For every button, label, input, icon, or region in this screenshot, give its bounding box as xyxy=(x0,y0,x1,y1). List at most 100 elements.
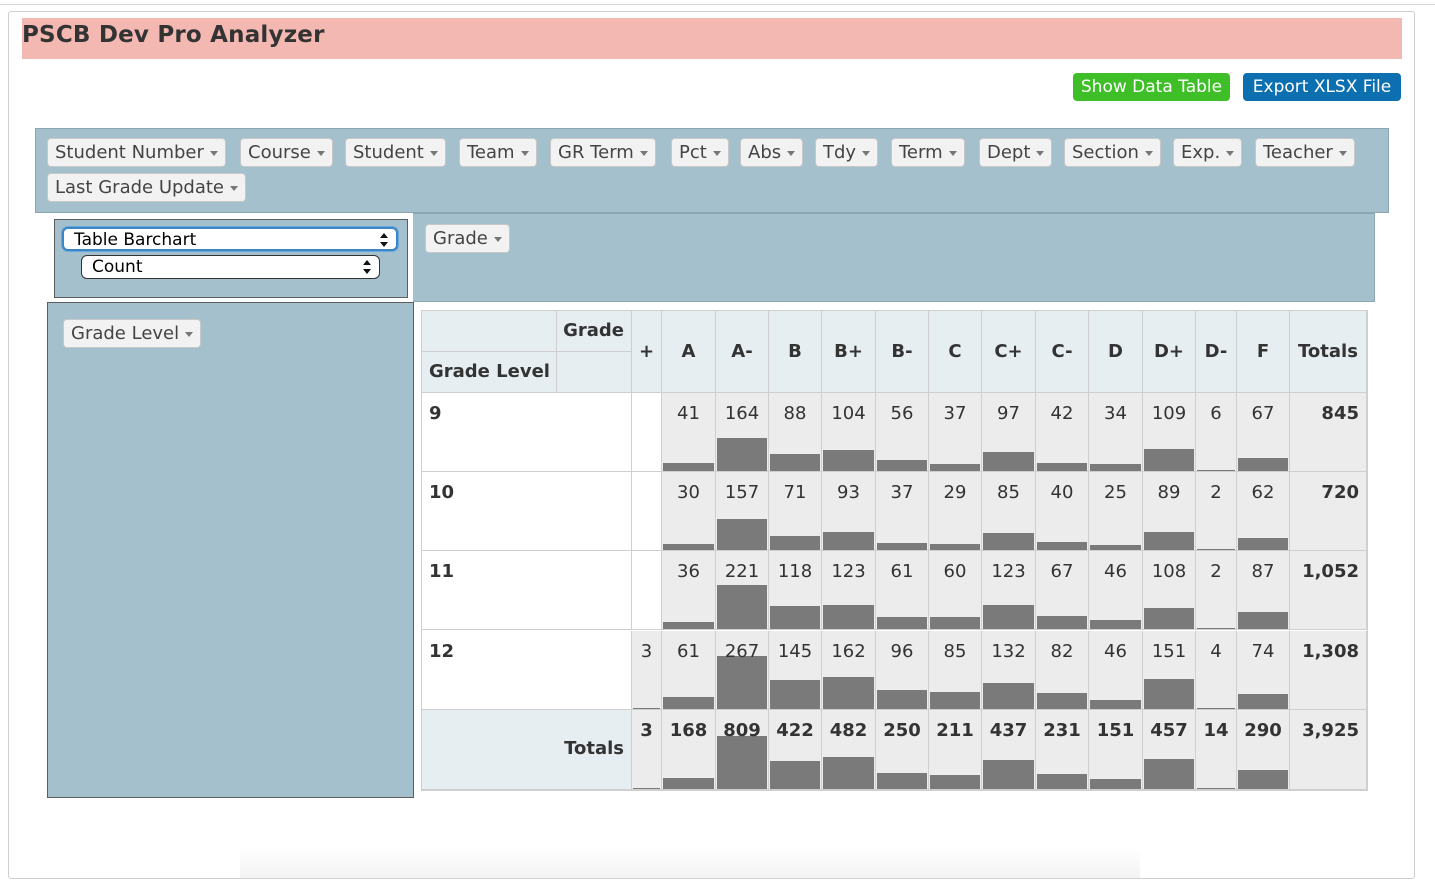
column-attr-grade[interactable]: Grade xyxy=(425,224,510,253)
show-data-table-button[interactable]: Show Data Table xyxy=(1073,73,1230,101)
row-total: 720 xyxy=(1290,472,1367,551)
bar xyxy=(770,536,820,550)
caret-down-icon xyxy=(185,331,194,337)
column-total: 482 xyxy=(822,710,876,790)
attribute-pill[interactable]: Abs xyxy=(740,138,804,167)
column-header-label: C xyxy=(948,341,962,362)
attribute-pill[interactable]: Section xyxy=(1064,138,1161,167)
caret-down-icon xyxy=(1036,150,1045,156)
attribute-pill-label: Student Number xyxy=(55,142,204,163)
header-corner-blank xyxy=(421,310,557,352)
row-attr-label: Grade Level xyxy=(71,323,180,344)
attribute-pill-label: Pct xyxy=(679,142,707,163)
bar xyxy=(717,438,767,471)
bar xyxy=(770,761,820,789)
select-arrows-icon xyxy=(380,233,388,247)
table-cell: 104 xyxy=(822,393,876,472)
aggregator-select-value: Count xyxy=(92,257,143,277)
cell-value: 151 xyxy=(1096,720,1135,741)
bar xyxy=(1037,693,1087,709)
export-xlsx-button[interactable]: Export XLSX File xyxy=(1243,73,1401,101)
attribute-pill[interactable]: Term xyxy=(891,138,965,167)
column-total: 457 xyxy=(1143,710,1196,790)
column-header-label: F xyxy=(1256,341,1270,362)
cell-value: 25 xyxy=(1104,482,1127,503)
cell-value: 67 xyxy=(1050,561,1074,582)
column-header-label: C+ xyxy=(994,341,1023,362)
cell-value: 46 xyxy=(1104,641,1127,662)
table-cell: 56 xyxy=(876,393,929,472)
attribute-pill[interactable]: Team xyxy=(459,138,537,167)
cell-value: 162 xyxy=(831,641,866,662)
bar xyxy=(770,606,820,629)
column-header: B xyxy=(769,310,822,393)
cell-value: 60 xyxy=(943,561,967,582)
column-header-label: B- xyxy=(891,341,913,362)
totals-column-header: Totals xyxy=(1290,310,1367,393)
cell-value: 164 xyxy=(724,403,760,424)
attribute-pill[interactable]: Exp. xyxy=(1173,138,1243,167)
bar xyxy=(1090,700,1141,709)
header-blank xyxy=(557,352,632,393)
table-cell: 74 xyxy=(1237,631,1290,710)
table-cell: 71 xyxy=(769,472,822,551)
grand-total-value: 3,925 xyxy=(1302,720,1359,741)
cell-value: 211 xyxy=(936,720,974,741)
bar xyxy=(717,585,767,629)
cell-value: 14 xyxy=(1203,720,1229,741)
bar xyxy=(930,464,980,471)
attribute-pill[interactable]: Tdy xyxy=(815,138,879,167)
bar xyxy=(1090,779,1141,789)
table-cell: 157 xyxy=(716,472,769,551)
caret-down-icon xyxy=(493,236,502,242)
attribute-pill[interactable]: Student xyxy=(345,138,446,167)
app-title: PSCB Dev Pro Analyzer xyxy=(22,22,325,48)
attribute-pill-label: Abs xyxy=(748,142,782,163)
bar xyxy=(930,544,980,550)
cell-value: 422 xyxy=(776,720,814,741)
table-cell: 46 xyxy=(1089,631,1143,710)
bar xyxy=(983,533,1034,550)
aggregator-select[interactable]: Count xyxy=(81,255,380,279)
bar xyxy=(1238,612,1288,629)
bar xyxy=(1238,458,1288,471)
table-cell: 118 xyxy=(769,551,822,630)
column-total: 422 xyxy=(769,710,822,790)
bar xyxy=(1090,620,1141,629)
attribute-pill[interactable]: GR Term xyxy=(550,138,656,167)
cell-value: 71 xyxy=(783,482,807,503)
attribute-pill[interactable]: Teacher xyxy=(1255,138,1355,167)
bar xyxy=(877,617,927,629)
table-cell: 145 xyxy=(769,631,822,710)
table-cell xyxy=(632,551,662,630)
bar xyxy=(877,460,927,471)
bar xyxy=(633,708,660,709)
table-cell: 108 xyxy=(1143,551,1196,630)
table-cell: 96 xyxy=(876,631,929,710)
attribute-pill[interactable]: Student Number xyxy=(47,138,226,167)
cell-value: 85 xyxy=(943,641,967,662)
attribute-pill-label: Dept xyxy=(987,142,1031,163)
table-cell: 89 xyxy=(1143,472,1196,551)
bar xyxy=(633,788,660,789)
bar xyxy=(1197,628,1235,629)
attribute-pill[interactable]: Course xyxy=(240,138,333,167)
bottom-shade xyxy=(240,848,1140,878)
bar xyxy=(663,622,714,629)
table-cell: 30 xyxy=(662,472,716,551)
cell-value: 87 xyxy=(1251,561,1275,582)
attribute-pill[interactable]: Pct xyxy=(671,138,729,167)
bar xyxy=(983,452,1034,471)
bar xyxy=(1238,538,1288,550)
table-cell: 4 xyxy=(1196,631,1237,710)
caret-down-icon xyxy=(639,150,648,156)
attribute-pill[interactable]: Last Grade Update xyxy=(47,173,247,202)
attribute-pill[interactable]: Dept xyxy=(979,138,1053,167)
totals-header-label: Totals xyxy=(1298,341,1358,362)
row-attr-grade-level[interactable]: Grade Level xyxy=(63,319,202,348)
bar xyxy=(1037,774,1087,789)
bar xyxy=(823,450,874,471)
renderer-select[interactable]: Table Barchart xyxy=(62,227,398,251)
bar xyxy=(1037,463,1087,471)
bar xyxy=(663,544,714,550)
